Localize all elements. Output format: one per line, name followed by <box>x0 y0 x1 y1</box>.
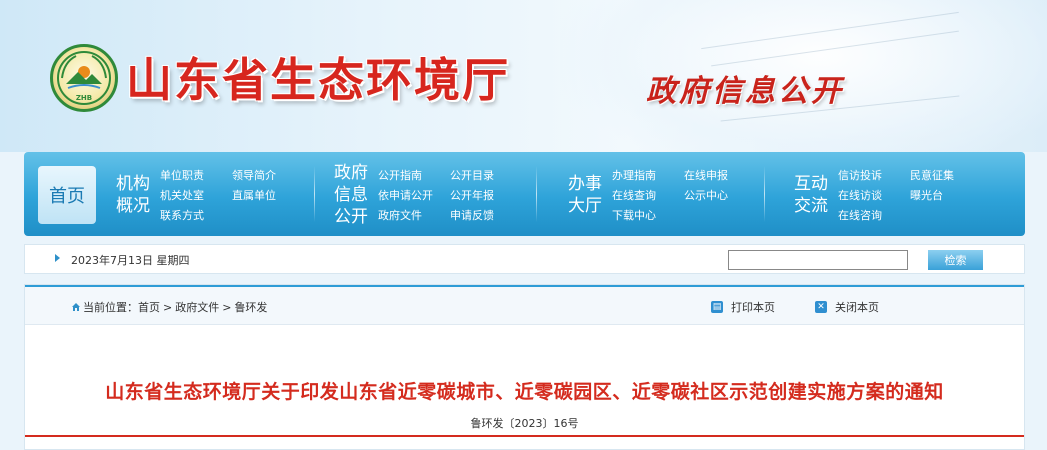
nav-link-disclosure-catalog[interactable]: 公开目录 <box>450 167 526 184</box>
svg-text:ZHB: ZHB <box>76 94 92 102</box>
title-divider <box>25 435 1024 437</box>
nav-link-leaders[interactable]: 领导简介 <box>232 167 308 184</box>
nav-separator <box>314 166 315 222</box>
site-subtitle: 政府信息公开 <box>646 74 844 109</box>
main-nav: 首页 机构 概况 单位职责 领导简介 机关处室 直属单位 联系方式 政府 信息 … <box>24 152 1025 236</box>
home-icon <box>72 303 80 311</box>
nav-link-apply-disclosure[interactable]: 依申请公开 <box>378 187 450 204</box>
nav-link-notice-center[interactable]: 公示中心 <box>684 187 760 204</box>
search-button[interactable]: 检索 <box>928 250 983 270</box>
current-date: 2023年7月13日 星期四 <box>71 254 190 267</box>
content-panel: 当前位置：首页 > 政府文件 > 鲁环发 ▤ 打印本页 ✕ 关闭本页 山东省生态环境厅关… <box>24 284 1025 450</box>
site-title: 山东省生态环境厅 <box>126 53 510 107</box>
nav-link-gov-documents[interactable]: 政府文件 <box>378 207 450 224</box>
emblem-icon: ZHB <box>57 51 111 105</box>
nav-group-org: 机构 概况 单位职责 领导简介 机关处室 直属单位 联系方式 <box>116 162 308 228</box>
nav-link-annual-report[interactable]: 公开年报 <box>450 187 526 204</box>
nav-link-public-opinion[interactable]: 民意征集 <box>910 167 986 184</box>
breadcrumb-home[interactable]: 首页 <box>138 301 160 314</box>
nav-category-info[interactable]: 政府 信息 公开 <box>334 162 368 228</box>
nav-group-services: 办事 大厅 办理指南 在线申报 在线查询 公示中心 下载中心 <box>568 162 760 228</box>
print-page-button[interactable]: ▤ 打印本页 <box>711 299 775 315</box>
print-icon: ▤ <box>711 301 723 313</box>
nav-home-button[interactable]: 首页 <box>38 166 96 224</box>
nav-category-interaction[interactable]: 互动 交流 <box>794 162 828 228</box>
breadcrumb-bar: 当前位置：首页 > 政府文件 > 鲁环发 ▤ 打印本页 ✕ 关闭本页 <box>25 285 1024 325</box>
nav-link-unit-duties[interactable]: 单位职责 <box>160 167 232 184</box>
nav-link-online-consult[interactable]: 在线咨询 <box>838 207 910 224</box>
nav-link-departments[interactable]: 机关处室 <box>160 187 232 204</box>
nav-link-download-center[interactable]: 下载中心 <box>612 207 684 224</box>
document-number: 鲁环发〔2023〕16号 <box>470 417 579 430</box>
nav-group-interaction: 互动 交流 信访投诉 民意征集 在线访谈 曝光台 在线咨询 <box>794 162 986 228</box>
header-banner: ZHB 山东省生态环境厅 政府信息公开 <box>0 0 1047 152</box>
close-page-button[interactable]: ✕ 关闭本页 <box>815 299 879 315</box>
nav-category-org[interactable]: 机构 概况 <box>116 162 150 228</box>
nav-link-online-query[interactable]: 在线查询 <box>612 187 684 204</box>
nav-link-disclosure-guide[interactable]: 公开指南 <box>378 167 450 184</box>
nav-link-petition[interactable]: 信访投诉 <box>838 167 910 184</box>
nav-link-apply-feedback[interactable]: 申请反馈 <box>450 207 526 224</box>
nav-link-service-guide[interactable]: 办理指南 <box>612 167 684 184</box>
close-icon: ✕ <box>815 301 827 313</box>
breadcrumb-separator: > <box>222 301 232 314</box>
document-title: 山东省生态环境厅关于印发山东省近零碳城市、近零碳园区、近零碳社区示范创建实施方案… <box>105 381 944 403</box>
search-input[interactable] <box>728 250 908 270</box>
breadcrumb: 当前位置：首页 > 政府文件 > 鲁环发 <box>83 299 267 315</box>
date-search-bar: 2023年7月13日 星期四 检索 <box>24 244 1025 274</box>
nav-link-contact[interactable]: 联系方式 <box>160 207 232 224</box>
breadcrumb-prefix: 当前位置： <box>83 301 138 314</box>
breadcrumb-separator: > <box>163 301 173 314</box>
nav-group-info: 政府 信息 公开 公开指南 公开目录 依申请公开 公开年报 政府文件 申请反馈 <box>334 162 526 228</box>
nav-link-affiliated-units[interactable]: 直属单位 <box>232 187 308 204</box>
nav-category-services[interactable]: 办事 大厅 <box>568 162 602 228</box>
nav-separator <box>536 166 537 222</box>
nav-link-online-interview[interactable]: 在线访谈 <box>838 187 910 204</box>
nav-separator <box>764 166 765 222</box>
breadcrumb-luhuanfa[interactable]: 鲁环发 <box>234 301 267 314</box>
nav-link-online-apply[interactable]: 在线申报 <box>684 167 760 184</box>
nav-link-exposure[interactable]: 曝光台 <box>910 187 986 204</box>
breadcrumb-gov-documents[interactable]: 政府文件 <box>175 301 219 314</box>
emblem-logo: ZHB <box>50 44 118 112</box>
caret-right-icon <box>55 254 60 262</box>
